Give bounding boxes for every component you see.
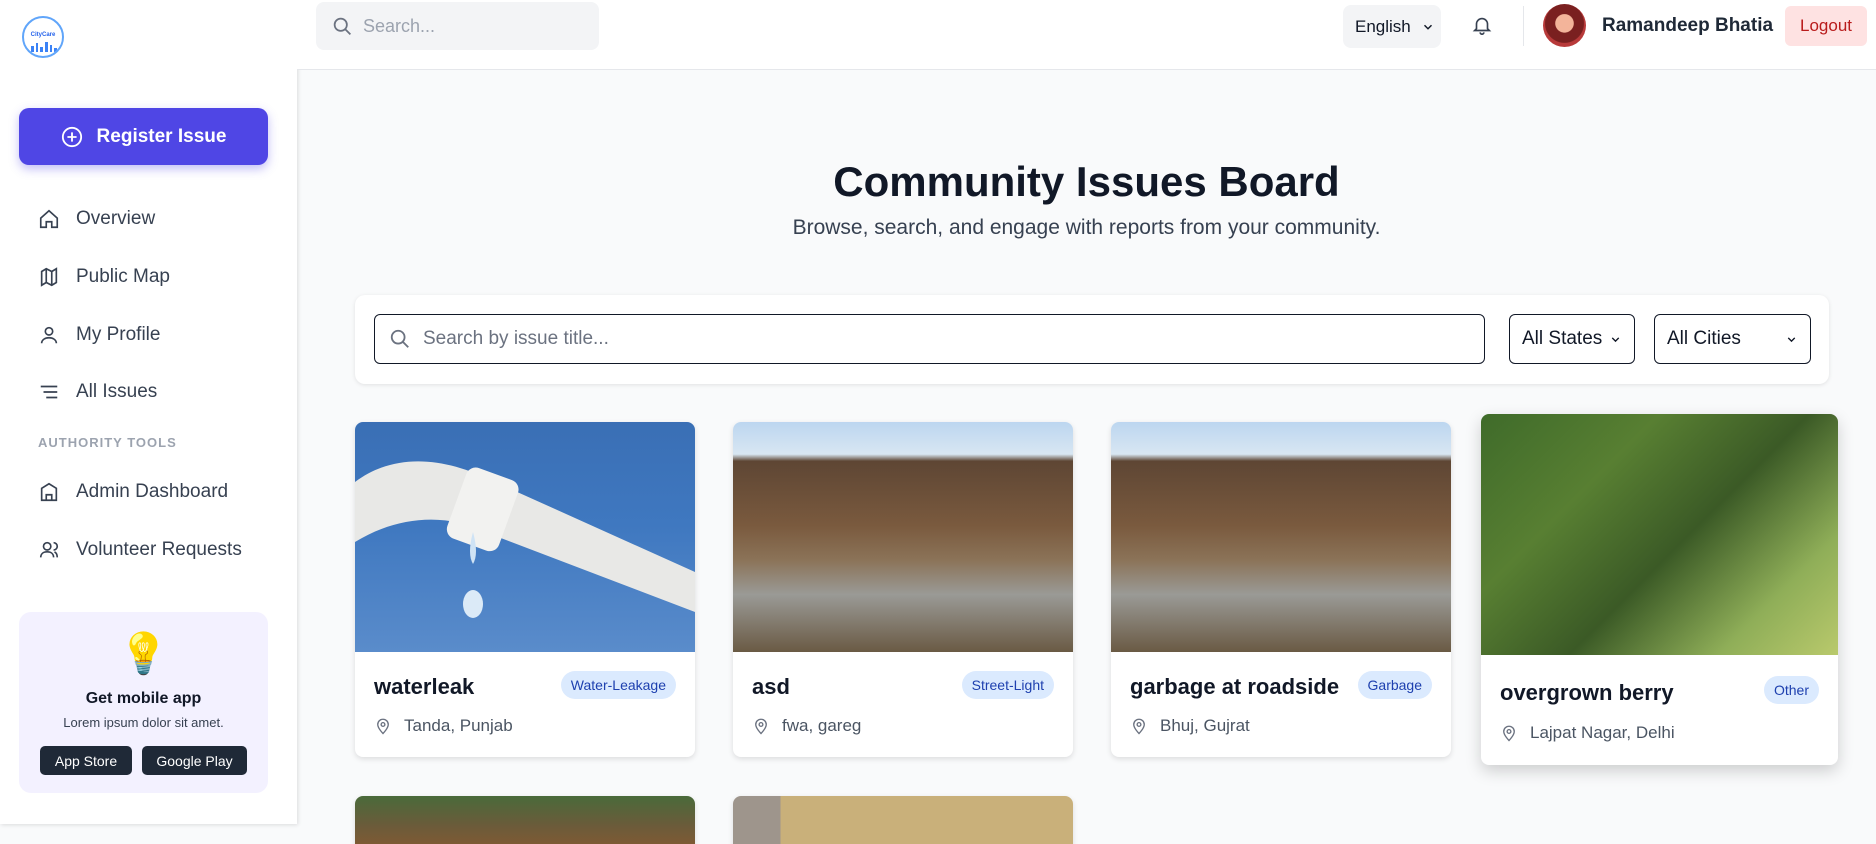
promo-title: Get mobile app (85, 690, 202, 707)
header-divider (1523, 6, 1524, 46)
logout-button[interactable]: Logout (1785, 6, 1867, 46)
issue-location-text: Tanda, Punjab (404, 716, 513, 735)
issue-location-text: fwa, gareg (782, 716, 862, 735)
sidebar-item-overview[interactable]: Overview (38, 204, 155, 234)
list-icon (40, 385, 58, 399)
user-name: Ramandeep Bhatia (1602, 15, 1774, 36)
state-filter-label: All States (1522, 328, 1603, 349)
issue-location-text: Bhuj, Gujrat (1160, 716, 1250, 735)
category-badge: Garbage (1357, 671, 1432, 699)
register-issue-button[interactable]: Register Issue (19, 108, 268, 165)
issue-location: Bhuj, Gujrat (1130, 716, 1250, 736)
issue-card[interactable] (355, 796, 695, 844)
page-title: Community Issues Board (833, 158, 1340, 205)
map-pin-icon (377, 718, 389, 735)
sidebar-item-label: My Profile (76, 324, 161, 345)
issue-card[interactable]: garbage at roadside Garbage Bhuj, Gujrat (1111, 422, 1451, 757)
lightbulb-icon: 💡 (118, 632, 169, 676)
sidebar-item-all-issues[interactable]: All Issues (38, 377, 157, 407)
search-icon (333, 17, 351, 35)
authority-tools-label: AUTHORITY TOOLS (38, 435, 177, 450)
issue-location: fwa, gareg (752, 716, 861, 736)
issue-search-input[interactable] (423, 328, 1323, 350)
register-issue-label: Register Issue (96, 125, 227, 147)
search-icon (390, 329, 409, 348)
user-icon (40, 326, 58, 344)
sidebar-item-public-map[interactable]: Public Map (38, 262, 170, 292)
issue-card[interactable]: waterleak Water-Leakage Tanda, Punjab (355, 422, 695, 757)
map-pin-icon (755, 718, 767, 735)
chevron-down-icon (1611, 336, 1620, 342)
issue-search[interactable] (374, 314, 1485, 364)
issue-card[interactable] (733, 796, 1073, 844)
city-filter-label: All Cities (1667, 328, 1741, 349)
sidebar-item-label: Overview (76, 208, 156, 229)
building-icon (40, 482, 58, 502)
map-pin-icon (1133, 718, 1145, 735)
category-badge: Water-Leakage (560, 671, 676, 699)
notifications-button[interactable] (1471, 14, 1495, 38)
city-filter[interactable]: All Cities (1654, 314, 1811, 364)
issue-title: overgrown berry (1500, 680, 1674, 705)
app-store-button[interactable]: App Store (40, 746, 132, 775)
users-icon (39, 541, 59, 558)
issue-location: Tanda, Punjab (374, 716, 513, 736)
issue-location-text: Lajpat Nagar, Delhi (1530, 723, 1675, 742)
issue-title: waterleak (374, 674, 475, 699)
filter-bar: All States All Cities (355, 295, 1829, 384)
logo-skyline (31, 42, 58, 52)
issue-image (1111, 422, 1451, 652)
sidebar-item-admin-dashboard[interactable]: Admin Dashboard (38, 477, 228, 507)
home-icon (39, 209, 59, 229)
sidebar-item-volunteer-requests[interactable]: Volunteer Requests (38, 535, 242, 565)
bell-icon (1472, 17, 1492, 35)
plus-circle-icon (61, 126, 82, 147)
issue-image (1481, 414, 1838, 655)
avatar[interactable] (1543, 4, 1586, 47)
promo-description: Lorem ipsum dolor sit amet. (63, 715, 224, 730)
issue-image (733, 796, 1073, 844)
mobile-app-promo: 💡 Get mobile app Lorem ipsum dolor sit a… (19, 612, 268, 793)
state-filter[interactable]: All States (1509, 314, 1635, 364)
map-icon (40, 267, 58, 287)
issue-image (733, 422, 1073, 652)
google-play-button[interactable]: Google Play (142, 746, 247, 775)
issue-card[interactable]: overgrown berry Other Lajpat Nagar, Delh… (1481, 414, 1838, 765)
sidebar-item-label: Public Map (76, 266, 170, 287)
issue-card[interactable]: asd Street-Light fwa, gareg (733, 422, 1073, 757)
sidebar-item-label: All Issues (76, 381, 158, 402)
sidebar-item-label: Admin Dashboard (76, 481, 229, 502)
top-header: English Ramandeep Bhatia Logout (297, 0, 1876, 70)
category-badge: Other (1763, 676, 1819, 704)
logo-text: CityCare (30, 32, 56, 38)
issue-image (355, 422, 695, 652)
sidebar-item-label: Volunteer Requests (76, 539, 242, 560)
issue-image (355, 796, 695, 844)
category-badge: Street-Light (961, 671, 1054, 699)
sidebar-item-my-profile[interactable]: My Profile (38, 320, 160, 350)
map-pin-icon (1503, 725, 1515, 742)
issue-location: Lajpat Nagar, Delhi (1500, 723, 1675, 743)
chevron-down-icon (1423, 24, 1432, 30)
page-subtitle: Browse, search, and engage with reports … (792, 216, 1381, 239)
sidebar: CityCare Register Issue Overview Public … (0, 0, 297, 824)
chevron-down-icon (1787, 336, 1796, 342)
app-logo[interactable]: CityCare (22, 16, 64, 58)
global-search[interactable] (316, 2, 599, 50)
language-select[interactable]: English (1343, 5, 1441, 48)
language-label: English (1355, 16, 1411, 36)
issue-title: garbage at roadside (1130, 674, 1340, 699)
issue-title: asd (752, 674, 790, 699)
global-search-input[interactable] (363, 15, 563, 37)
